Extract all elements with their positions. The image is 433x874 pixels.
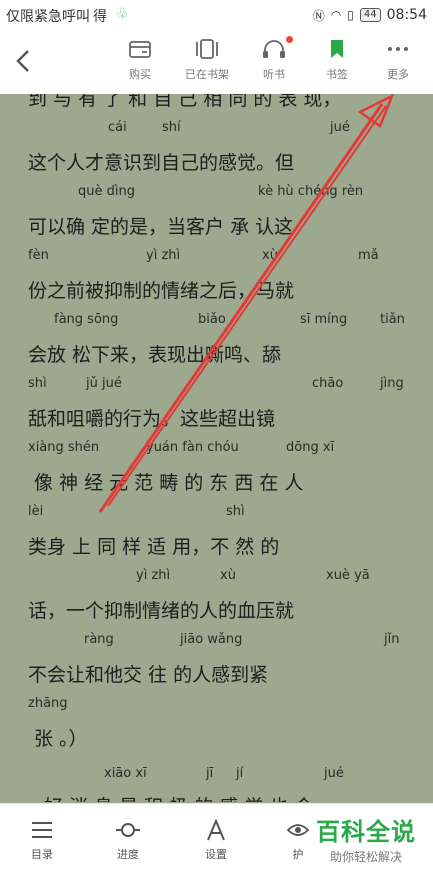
text-line: 可以确 定的是，当客户 承 认这 [28, 216, 294, 238]
buy-button[interactable]: 购买 [108, 36, 172, 90]
text-line: 会放 松下来，表现出嘶鸣、舔 [28, 344, 282, 366]
pinyin-line: xiàng shén yuán fàn chóu dōng xī [28, 440, 335, 455]
listen-button[interactable]: 听书 [242, 36, 306, 90]
pinyin-line: fàng sōng biǎo sī míng tiǎn [54, 312, 405, 327]
text-line: 像 神 经 元 范 畴 的 东 西 在 人 [34, 472, 304, 494]
text-line: 好 消 息 是 积 极 的 感 觉 也 会 [0, 792, 433, 802]
menu-icon [29, 818, 55, 842]
on-shelf-button[interactable]: 已在书架 [175, 36, 239, 90]
bookmark-icon [323, 36, 351, 62]
bottom-bar: 目录 进度 设置 护 百科全说 助你轻松解决 [0, 803, 433, 874]
bookmark-button[interactable]: 书签 [305, 36, 369, 90]
text-line: 这个人才意识到自己的感觉。但 [28, 152, 295, 174]
on-shelf-label: 已在书架 [185, 68, 229, 81]
pinyin-line: lèi shì [28, 504, 245, 519]
back-button[interactable] [8, 44, 38, 78]
chevron-left-icon [16, 50, 29, 72]
text-line: 类身 上 同 样 适 用，不 然 的 [28, 536, 280, 558]
catalog-button[interactable]: 目录 [12, 818, 72, 868]
notification-dot [286, 36, 293, 43]
text-line: 舐和咀嚼的行为。这些超出镜 [28, 408, 276, 430]
battery-icon: 44 [359, 8, 381, 22]
progress-slider-icon [115, 818, 141, 842]
nfc-icon: Ⓝ [312, 8, 325, 23]
more-label: 更多 [387, 68, 409, 81]
listen-label: 听书 [263, 68, 285, 81]
more-button[interactable]: 更多 [366, 36, 430, 90]
progress-label: 进度 [117, 848, 139, 861]
headphones-icon [260, 36, 288, 62]
carrier-extra: 得 [93, 9, 107, 25]
watermark-subtitle: 助你轻松解决 [329, 850, 402, 864]
pinyin-line: xiāo xī jī jí jué [104, 766, 344, 781]
bookmark-label: 书签 [326, 68, 348, 81]
clock: 08:54 [386, 7, 427, 23]
wallet-icon [126, 36, 154, 62]
progress-button[interactable]: 进度 [98, 818, 158, 868]
buy-label: 购买 [129, 68, 151, 81]
catalog-label: 目录 [31, 848, 53, 861]
pinyin-line: què dìng kè hù chéng rèn [78, 184, 364, 199]
bookshelf-icon [193, 36, 221, 62]
pinyin-line: shì jǔ jué chāo jìng [28, 376, 404, 391]
font-a-icon [203, 818, 229, 842]
watermark: 百科全说 助你轻松解决 [306, 812, 426, 865]
settings-button[interactable]: 设置 [186, 818, 246, 868]
reader-toolbar: 购买 已在书架 听书 书签 更多 [0, 30, 433, 94]
pinyin-line: ràng jiāo wǎng jǐn [84, 632, 400, 647]
pinyin-line: cái shí jué [108, 120, 350, 135]
wifi-icon: ◠ [330, 8, 342, 22]
text-line: 到 与 有 了 和 自 己 相 同 的 表 现， [28, 94, 342, 110]
eye-protection-label: 护 [292, 848, 304, 861]
signal-icon: ▯ [347, 8, 354, 22]
reading-area[interactable]: 到 与 有 了 和 自 己 相 同 的 表 现， cái shí jué 这个人… [0, 94, 433, 802]
pinyin-line: fèn yì zhì xù mǎ [28, 248, 379, 263]
leaf-icon: ♧ [116, 6, 129, 22]
settings-label: 设置 [205, 848, 227, 861]
watermark-title: 百科全说 [316, 818, 416, 846]
text-line: 份之前被抑制的情绪之后，马就 [28, 280, 295, 302]
text-line: 话，一个抑制情绪的人的血压就 [28, 600, 295, 622]
pinyin-line: yì zhì xù xuè yā [136, 568, 370, 583]
status-icons: Ⓝ ◠ ▯ 44 08:54 [313, 6, 427, 24]
status-bar: 仅限紧急呼叫 得 ♧ Ⓝ ◠ ▯ 44 08:54 [0, 0, 433, 30]
pinyin-line: zhāng [28, 696, 68, 711]
text-line: 张 。） [34, 728, 88, 750]
more-dots-icon [384, 36, 412, 62]
carrier-text: 仅限紧急呼叫 [6, 9, 90, 25]
text-line: 不会让和他交 往 的人感到紧 [28, 664, 269, 686]
